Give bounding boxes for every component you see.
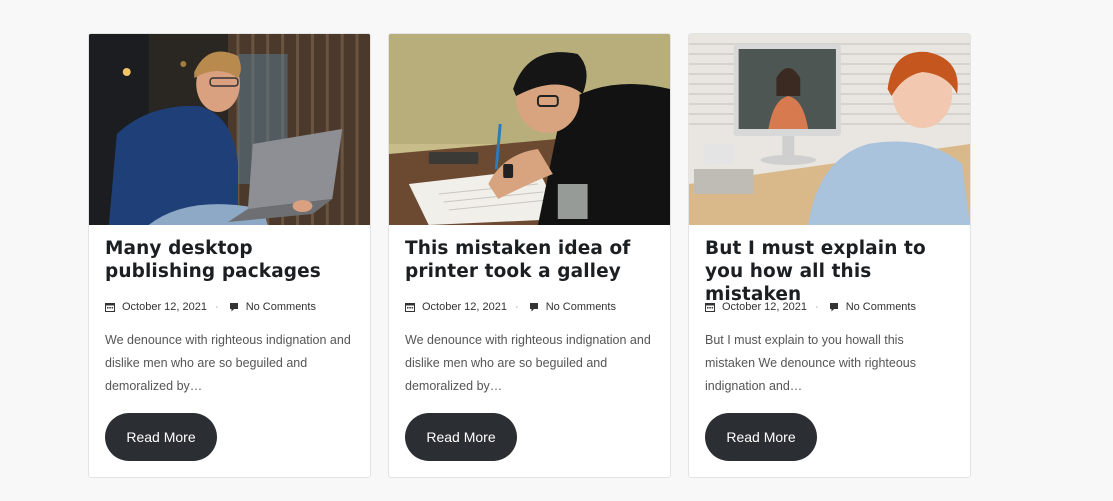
read-more-button[interactable]: Read More <box>105 413 217 461</box>
read-more-button[interactable]: Read More <box>705 413 817 461</box>
man-with-laptop-image <box>89 34 370 225</box>
post-card: Many desktop publishing packages October… <box>88 33 371 478</box>
comment-icon <box>829 303 838 312</box>
post-date[interactable]: October 12, 2021 <box>722 301 807 313</box>
post-meta: October 12, 2021 · No Comments <box>705 301 954 313</box>
post-comments[interactable]: No Comments <box>846 301 916 313</box>
student-writing-image <box>389 34 670 225</box>
post-thumbnail[interactable] <box>89 34 370 225</box>
post-thumbnail[interactable] <box>389 34 670 225</box>
calendar-icon <box>405 303 415 312</box>
post-date[interactable]: October 12, 2021 <box>422 301 507 313</box>
post-card: But I must explain to you how all this m… <box>688 33 971 478</box>
calendar-icon <box>705 303 715 312</box>
post-meta: October 12, 2021 · No Comments <box>105 301 354 313</box>
post-excerpt: We denounce with righteous indignation a… <box>405 333 651 393</box>
post-title[interactable]: This mistaken idea of printer took a gal… <box>405 237 654 285</box>
comment-icon <box>529 303 538 312</box>
post-date[interactable]: October 12, 2021 <box>122 301 207 313</box>
child-video-call-image <box>689 34 970 225</box>
blog-post-grid: Many desktop publishing packages October… <box>88 33 971 478</box>
meta-separator: · <box>215 301 219 313</box>
meta-separator: · <box>815 301 819 313</box>
post-thumbnail[interactable] <box>689 34 970 225</box>
post-card: This mistaken idea of printer took a gal… <box>388 33 671 478</box>
comment-icon <box>229 303 238 312</box>
post-meta: October 12, 2021 · No Comments <box>405 301 654 313</box>
post-excerpt: But I must explain to you howall this mi… <box>705 333 916 393</box>
calendar-icon <box>105 303 115 312</box>
read-more-button[interactable]: Read More <box>405 413 517 461</box>
post-excerpt: We denounce with righteous indignation a… <box>105 333 351 393</box>
meta-separator: · <box>515 301 519 313</box>
post-comments[interactable]: No Comments <box>246 301 316 313</box>
post-comments[interactable]: No Comments <box>546 301 616 313</box>
post-title[interactable]: But I must explain to you how all this m… <box>705 237 954 305</box>
post-title[interactable]: Many desktop publishing packages <box>105 237 354 285</box>
